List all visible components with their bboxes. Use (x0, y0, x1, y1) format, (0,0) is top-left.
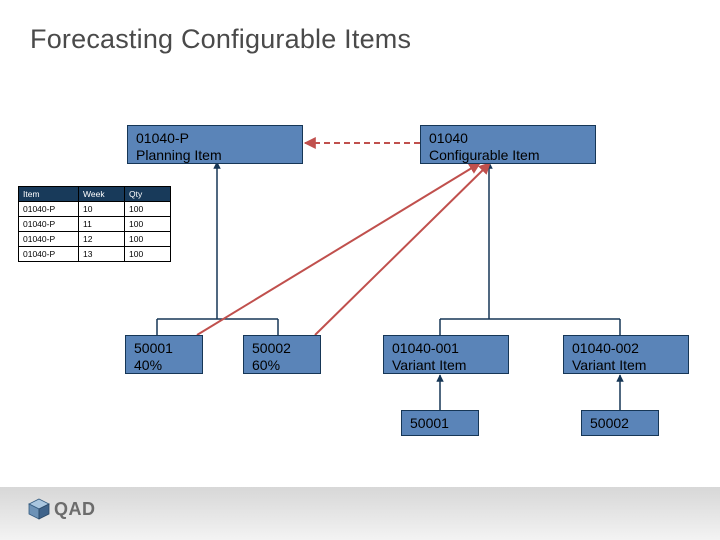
table-row: 01040-P 12 100 (19, 232, 171, 247)
configurable-line1: 01040 (429, 130, 587, 147)
planning-line2: Planning Item (136, 147, 294, 164)
forecast-table: Item Week Qty 01040-P 10 100 01040-P 11 … (18, 186, 171, 262)
table-row: 01040-P 10 100 (19, 202, 171, 217)
component-50001: 50001 (401, 410, 479, 436)
plan-bom-50001: 50001 40% (125, 335, 203, 374)
plan-bom-50002: 50002 60% (243, 335, 321, 374)
component-50002: 50002 (581, 410, 659, 436)
configurable-item-box: 01040 Configurable Item (420, 125, 596, 164)
qad-logo: QAD (28, 498, 96, 520)
table-header-row: Item Week Qty (19, 187, 171, 202)
configurable-line2: Configurable Item (429, 147, 587, 164)
variant-002-box: 01040-002 Variant Item (563, 335, 689, 374)
connector-layer (0, 0, 720, 540)
planning-line1: 01040-P (136, 130, 294, 147)
variant-001-box: 01040-001 Variant Item (383, 335, 509, 374)
table-row: 01040-P 11 100 (19, 217, 171, 232)
th-qty: Qty (125, 187, 171, 202)
th-week: Week (79, 187, 125, 202)
th-item: Item (19, 187, 79, 202)
slide-root: Forecasting Configurable Items (0, 0, 720, 540)
cube-icon (28, 498, 50, 520)
footer-band (0, 487, 720, 540)
table-row: 01040-P 13 100 (19, 247, 171, 262)
page-title: Forecasting Configurable Items (30, 24, 411, 55)
planning-item-box: 01040-P Planning Item (127, 125, 303, 164)
logo-text: QAD (54, 499, 96, 520)
